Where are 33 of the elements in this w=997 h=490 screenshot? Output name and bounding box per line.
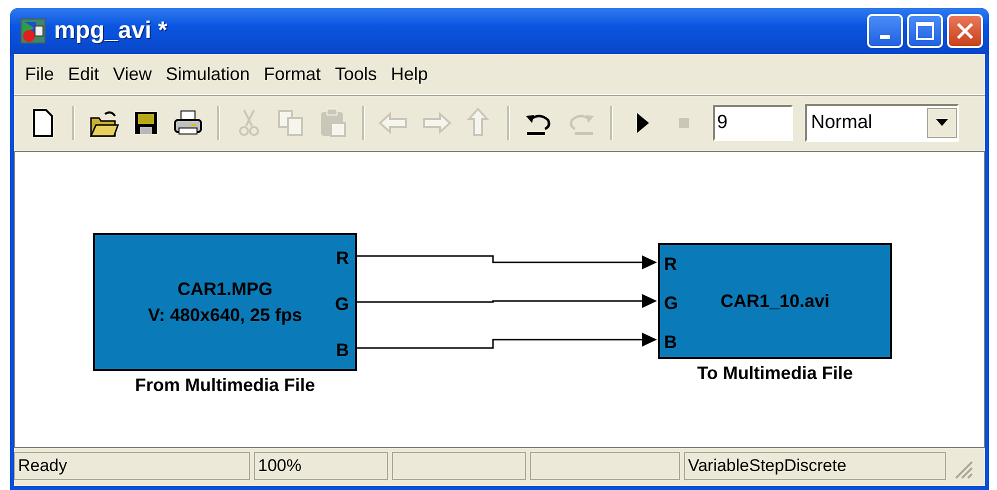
menu-item[interactable]: Edit: [61, 64, 106, 84]
block[interactable]: CAR1.MPG V: 480x640, 25 fps R G B: [93, 233, 357, 371]
minimize-icon: [880, 35, 890, 39]
block-caption: From Multimedia File: [134, 375, 316, 396]
menu-item[interactable]: View: [106, 64, 159, 84]
block[interactable]: CAR1_10.avi R G B: [658, 243, 892, 359]
block-label: CAR1_10.avi: [720, 290, 830, 313]
port-label: B: [664, 332, 677, 352]
stop-time-field[interactable]: 9: [713, 105, 793, 141]
menu-item[interactable]: Format: [256, 64, 328, 84]
port-label: G: [334, 294, 349, 314]
port-label: R: [336, 248, 349, 268]
block-caption: To Multimedia File: [697, 363, 853, 384]
block-label: CAR1.MPG: [177, 278, 272, 301]
status-text: Ready: [14, 452, 250, 480]
window-title: mpg_avi *: [54, 17, 168, 45]
minimize-button[interactable]: [867, 14, 903, 48]
close-button[interactable]: [947, 14, 983, 48]
block-label: V: 480x640, 25 fps: [148, 304, 302, 327]
port-label: G: [664, 293, 678, 313]
menu-item[interactable]: Help: [384, 64, 435, 84]
menu-item[interactable]: File: [18, 64, 62, 84]
port-label: B: [336, 340, 349, 360]
maximize-button[interactable]: [907, 14, 943, 48]
maximize-icon: [915, 21, 935, 41]
menu-item[interactable]: Tools: [328, 64, 384, 84]
model-icon: [20, 18, 46, 44]
status-text: VariableStepDiscrete: [684, 452, 946, 480]
simulation-mode-dropdown[interactable]: Normal: [805, 104, 959, 142]
status-text: 100%: [254, 452, 388, 480]
close-icon: [955, 21, 975, 41]
menu-item[interactable]: Simulation: [158, 64, 257, 84]
port-label: R: [664, 254, 677, 274]
